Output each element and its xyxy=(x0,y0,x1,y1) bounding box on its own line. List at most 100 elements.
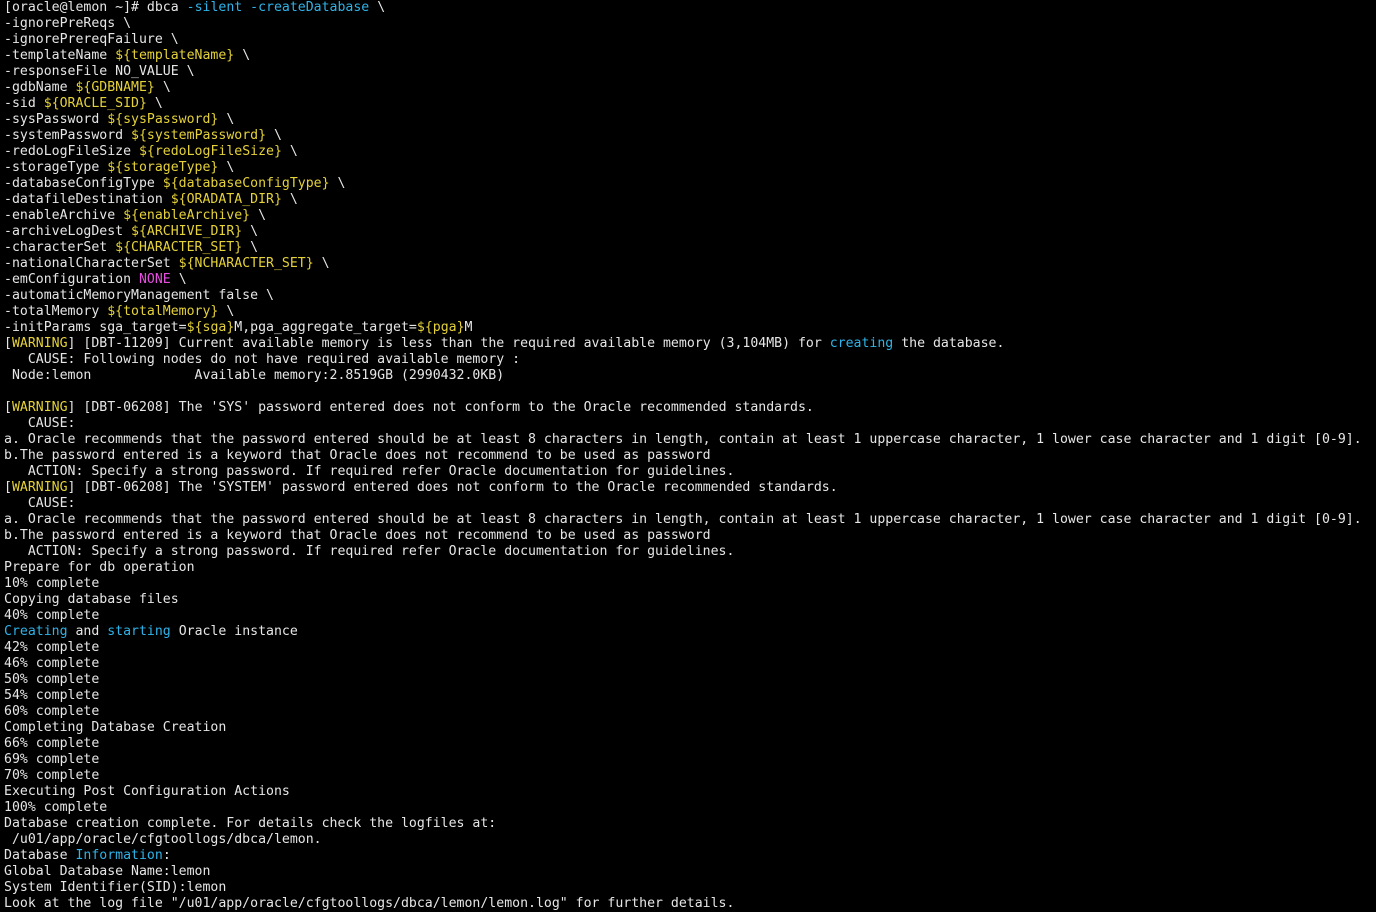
terminal-line: Database creation complete. For details … xyxy=(4,816,1376,832)
terminal-text-segment: ${GDBNAME} xyxy=(75,80,155,95)
terminal-text-segment: 100% complete xyxy=(4,800,108,815)
terminal-text-segment: -nationalCharacterSet xyxy=(4,256,179,271)
terminal-text-segment: ${databaseConfigType} xyxy=(162,176,330,191)
terminal-line: -archiveLogDest ${ARCHIVE_DIR} \ xyxy=(4,224,1376,240)
terminal-text-segment: 60% complete xyxy=(4,704,100,719)
terminal-text-segment: WARNING xyxy=(11,480,68,495)
terminal-line: ACTION: Specify a strong password. If re… xyxy=(4,464,1376,480)
terminal-text-segment: -templateName xyxy=(4,48,116,63)
terminal-line: -gdbName ${GDBNAME} \ xyxy=(4,80,1376,96)
terminal-line: Look at the log file "/u01/app/oracle/cf… xyxy=(4,896,1376,912)
terminal-text-segment: 69% complete xyxy=(4,752,100,767)
terminal-text-segment: Copying database files xyxy=(4,592,179,607)
terminal-text-segment: -archiveLogDest xyxy=(4,224,132,239)
terminal-text-segment: \ xyxy=(146,96,163,111)
terminal-text-segment: ${ORADATA_DIR} xyxy=(170,192,282,207)
terminal-text-segment: \ xyxy=(281,144,298,159)
terminal-text-segment: ${systemPassword} xyxy=(131,128,267,143)
terminal-line: 54% complete xyxy=(4,688,1376,704)
terminal-line: -databaseConfigType ${databaseConfigType… xyxy=(4,176,1376,192)
terminal-line: -systemPassword ${systemPassword} \ xyxy=(4,128,1376,144)
terminal-line: [WARNING] [DBT-06208] The 'SYS' password… xyxy=(4,400,1376,416)
terminal-line: -sysPassword ${sysPassword} \ xyxy=(4,112,1376,128)
terminal-text-segment: 40% complete xyxy=(4,608,100,623)
terminal-text-segment: and xyxy=(67,624,108,639)
terminal-line: CAUSE: xyxy=(4,496,1376,512)
terminal-text-segment: -totalMemory xyxy=(4,304,108,319)
terminal-text-segment: CAUSE: xyxy=(4,496,76,511)
terminal-line: -redoLogFileSize ${redoLogFileSize} \ xyxy=(4,144,1376,160)
terminal-line: 100% complete xyxy=(4,800,1376,816)
terminal-text-segment: ${NCHARACTER_SET} xyxy=(178,256,314,271)
terminal-text-segment: -enableArchive xyxy=(4,208,124,223)
terminal-text-segment: M xyxy=(464,320,473,335)
terminal-text-segment: \ xyxy=(218,112,235,127)
terminal-text-segment: [ xyxy=(4,480,12,495)
terminal-text-segment: Completing Database Creation xyxy=(4,720,227,735)
terminal-text-segment: -responseFile NO_VALUE \ xyxy=(4,64,195,79)
terminal-text-segment: ${ARCHIVE_DIR} xyxy=(131,224,243,239)
terminal-text-segment: ${totalMemory} xyxy=(107,304,219,319)
terminal-line: CAUSE: xyxy=(4,416,1376,432)
terminal-text-segment: \ xyxy=(266,128,282,143)
terminal-text-segment: \ xyxy=(218,160,235,175)
terminal-text-segment: the database. xyxy=(893,336,1005,351)
terminal-text-segment: \ xyxy=(242,224,259,239)
terminal-line: -storageType ${storageType} \ xyxy=(4,160,1376,176)
terminal-text-segment: 46% complete xyxy=(4,656,100,671)
terminal-text-segment: ${redoLogFileSize} xyxy=(138,144,282,159)
terminal-text-segment: CAUSE: Following nodes do not have requi… xyxy=(4,352,521,367)
terminal-line: -sid ${ORACLE_SID} \ xyxy=(4,96,1376,112)
terminal-line: [oracle@lemon ~]# dbca -silent -createDa… xyxy=(4,0,1376,16)
terminal-line: 10% complete xyxy=(4,576,1376,592)
terminal-line: b.The password entered is a keyword that… xyxy=(4,448,1376,464)
terminal-text-segment: a. Oracle recommends that the password e… xyxy=(4,432,1362,447)
terminal-line: Node:lemon Available memory:2.8519GB (29… xyxy=(4,368,1376,384)
terminal-line: -responseFile NO_VALUE \ xyxy=(4,64,1376,80)
terminal-text-segment: -ignorePreReqs \ xyxy=(4,16,132,31)
terminal-text-segment: 10% complete xyxy=(4,576,100,591)
terminal-line: Copying database files xyxy=(4,592,1376,608)
terminal-text-segment: Executing Post Configuration Actions xyxy=(4,784,290,799)
terminal-text-segment: -automaticMemoryManagement false \ xyxy=(4,288,274,303)
terminal-line: -templateName ${templateName} \ xyxy=(4,48,1376,64)
terminal-text-segment: 54% complete xyxy=(4,688,100,703)
terminal-line: -totalMemory ${totalMemory} \ xyxy=(4,304,1376,320)
terminal-text-segment: M,pga_aggregate_target= xyxy=(234,320,417,335)
terminal-line: CAUSE: Following nodes do not have requi… xyxy=(4,352,1376,368)
terminal-text-segment: ACTION: Specify a strong password. If re… xyxy=(4,544,735,559)
terminal-text-segment: Node:lemon Available memory:2.8519GB (29… xyxy=(4,368,505,383)
terminal-text-segment: ${templateName} xyxy=(115,48,235,63)
terminal-text-segment: -gdbName xyxy=(4,80,76,95)
terminal-text-segment: \ xyxy=(242,240,259,255)
terminal-text-segment: NONE xyxy=(138,272,171,287)
terminal-text-segment: Database creation complete. For details … xyxy=(4,816,497,831)
terminal-output[interactable]: [oracle@lemon ~]# dbca -silent -createDa… xyxy=(0,0,1376,912)
terminal-line: 60% complete xyxy=(4,704,1376,720)
terminal-text-segment: a. Oracle recommends that the password e… xyxy=(4,512,1362,527)
terminal-line: -emConfiguration NONE \ xyxy=(4,272,1376,288)
terminal-line: [WARNING] [DBT-06208] The 'SYSTEM' passw… xyxy=(4,480,1376,496)
terminal-text-segment: starting xyxy=(107,624,171,639)
terminal-line: a. Oracle recommends that the password e… xyxy=(4,512,1376,528)
terminal-line: Completing Database Creation xyxy=(4,720,1376,736)
terminal-text-segment: 66% complete xyxy=(4,736,100,751)
terminal-line: 46% complete xyxy=(4,656,1376,672)
terminal-text-segment: ACTION: Specify a strong password. If re… xyxy=(4,464,735,479)
terminal-line: Prepare for db operation xyxy=(4,560,1376,576)
terminal-text-segment: 42% complete xyxy=(4,640,100,655)
terminal-text-segment: Global Database Name:lemon xyxy=(4,864,211,879)
terminal-line: 70% complete xyxy=(4,768,1376,784)
terminal-line: -automaticMemoryManagement false \ xyxy=(4,288,1376,304)
terminal-text-segment: creating xyxy=(829,336,894,351)
terminal-line: -datafileDestination ${ORADATA_DIR} \ xyxy=(4,192,1376,208)
terminal-line: -ignorePrereqFailure \ xyxy=(4,32,1376,48)
terminal-text-segment: \ xyxy=(313,256,330,271)
terminal-text-segment: -datafileDestination xyxy=(4,192,171,207)
terminal-text-segment: ${sga} xyxy=(186,320,235,335)
terminal-text-segment: ${enableArchive} xyxy=(123,208,251,223)
terminal-text-segment: b.The password entered is a keyword that… xyxy=(4,448,711,463)
terminal-text-segment: 70% complete xyxy=(4,768,100,783)
terminal-text-segment: -systemPassword xyxy=(4,128,132,143)
terminal-text-segment: b.The password entered is a keyword that… xyxy=(4,528,711,543)
